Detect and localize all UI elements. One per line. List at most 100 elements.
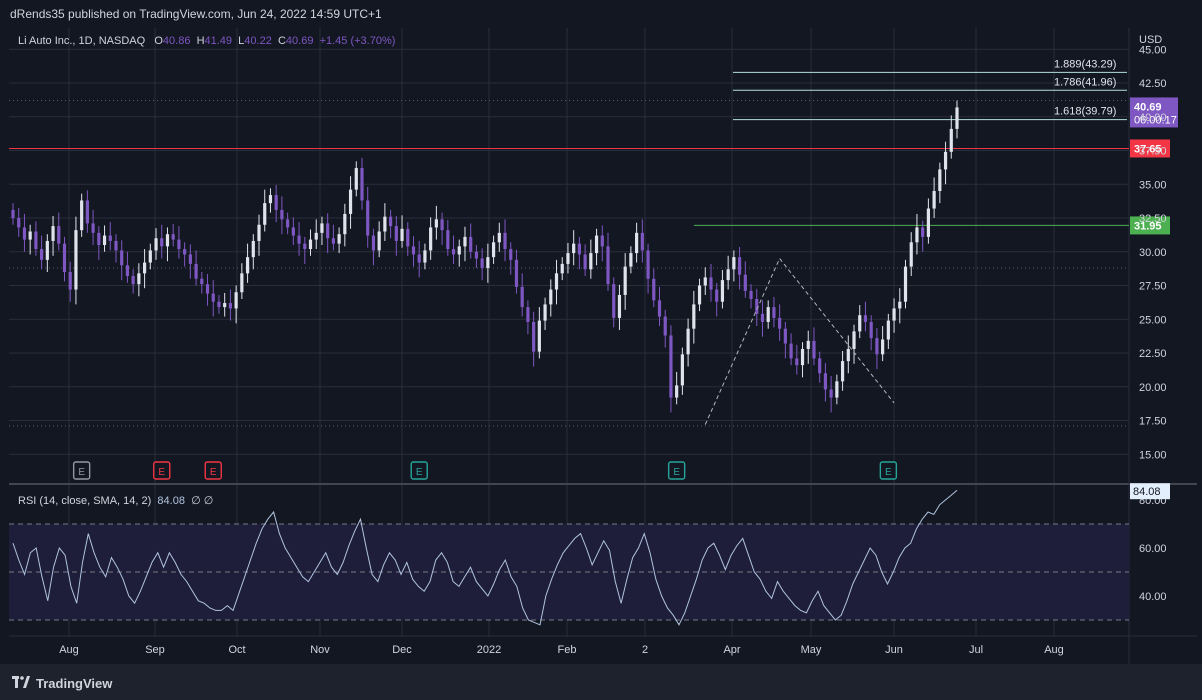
candle-body bbox=[200, 278, 204, 285]
candle-body bbox=[57, 226, 61, 244]
candle-body bbox=[572, 243, 576, 254]
candle-body bbox=[188, 254, 192, 264]
candle-body bbox=[102, 235, 107, 245]
candle-body bbox=[903, 266, 908, 302]
candle-body bbox=[532, 321, 536, 352]
candle-body bbox=[577, 243, 581, 255]
candle-body bbox=[389, 216, 393, 227]
open-label: O bbox=[154, 35, 163, 47]
candle-body bbox=[234, 292, 238, 309]
price-tick-label: 32.50 bbox=[1139, 213, 1167, 225]
time-tick-label: Aug bbox=[59, 644, 79, 656]
candle-body bbox=[520, 286, 524, 308]
candle-body bbox=[840, 361, 845, 382]
chart-svg[interactable]: 37.6531.951.618(39.79)1.786(41.96)1.889(… bbox=[9, 28, 1197, 664]
price-tick-label: 22.50 bbox=[1139, 348, 1167, 360]
candle-body bbox=[560, 263, 564, 274]
candle-body bbox=[440, 219, 444, 231]
candle-body bbox=[554, 273, 559, 290]
earnings-marker: E bbox=[410, 461, 428, 480]
earnings-marker-label: E bbox=[210, 467, 217, 478]
candle-body bbox=[949, 128, 953, 152]
candle-body bbox=[583, 254, 587, 270]
candle-body bbox=[160, 238, 164, 247]
candle-body bbox=[120, 250, 124, 266]
price-tick-label: 42.50 bbox=[1139, 78, 1167, 90]
earnings-marker: E bbox=[204, 461, 222, 480]
candle-body bbox=[406, 228, 410, 247]
candle-body bbox=[245, 257, 250, 274]
price-tick-label: 45.00 bbox=[1139, 44, 1167, 56]
candle-body bbox=[177, 239, 181, 250]
candle-body bbox=[337, 234, 341, 244]
earnings-marker: E bbox=[153, 461, 171, 480]
candle-body bbox=[314, 232, 318, 240]
candle-body bbox=[514, 259, 519, 287]
tradingview-logo-icon bbox=[12, 676, 30, 688]
fib-level-label: 1.618(39.79) bbox=[1054, 106, 1116, 118]
candle-body bbox=[497, 232, 501, 243]
candle-body bbox=[108, 235, 112, 241]
chart-frame[interactable]: 37.65 31.95 1.618(39.79) 1.786(41.96) 1.889(… bbox=[9, 28, 1197, 664]
candle-body bbox=[474, 251, 479, 259]
candle-body bbox=[875, 338, 879, 355]
symbol-name: Li Auto Inc., 1D, NASDAQ bbox=[18, 35, 146, 47]
candle-body bbox=[486, 257, 490, 268]
fib-level-label: 1.786(41.96) bbox=[1054, 76, 1116, 88]
candle-body bbox=[320, 223, 324, 233]
candle-body bbox=[663, 316, 667, 336]
candle-body bbox=[354, 168, 358, 190]
candle-body bbox=[85, 200, 89, 224]
candle-body bbox=[892, 308, 896, 321]
open-value: 40.86 bbox=[162, 35, 191, 47]
candle-body bbox=[308, 239, 313, 250]
earnings-marker-label: E bbox=[78, 467, 85, 478]
candle-body bbox=[417, 254, 421, 263]
candle-body bbox=[955, 107, 959, 129]
candle-body bbox=[97, 232, 101, 245]
candle-body bbox=[400, 228, 404, 241]
candle-body bbox=[926, 208, 930, 237]
candle-body bbox=[635, 232, 639, 254]
candle-body bbox=[818, 358, 822, 374]
candle-body bbox=[503, 232, 507, 250]
candle-body bbox=[743, 274, 747, 291]
candle-body bbox=[303, 243, 307, 250]
candle-body bbox=[938, 169, 942, 191]
candle-body bbox=[800, 348, 805, 366]
candle-body bbox=[165, 234, 170, 247]
candle-body bbox=[228, 303, 233, 309]
candle-body bbox=[51, 226, 55, 241]
candle-body bbox=[125, 265, 130, 277]
candle-body bbox=[863, 315, 868, 322]
candle-body bbox=[846, 348, 850, 362]
earnings-marker-label: E bbox=[673, 467, 680, 478]
candle-body bbox=[251, 240, 255, 258]
candle-body bbox=[640, 232, 644, 251]
candle-body bbox=[669, 335, 673, 398]
candle-body bbox=[360, 168, 364, 201]
time-tick-label: Jun bbox=[885, 644, 903, 656]
candle-body bbox=[137, 273, 141, 285]
candle-body bbox=[652, 278, 656, 301]
rsi-tick-label: 60.00 bbox=[1139, 543, 1167, 555]
time-tick-label: Jul bbox=[969, 644, 983, 656]
candle-body bbox=[932, 191, 936, 209]
candle-body bbox=[62, 243, 67, 272]
top-bar: dRends35 published on TradingView.com, J… bbox=[0, 0, 1202, 28]
earnings-marker-label: E bbox=[158, 467, 165, 478]
candle-body bbox=[434, 219, 438, 228]
candle-body bbox=[760, 313, 765, 322]
rsi-label: RSI (14, close, SMA, 14, 2) bbox=[18, 495, 152, 507]
candle-body bbox=[223, 303, 227, 308]
candle-body bbox=[183, 249, 187, 255]
candle-body bbox=[446, 230, 450, 250]
candle-body bbox=[68, 272, 72, 290]
price-tick-label: 25.00 bbox=[1139, 314, 1167, 326]
time-tick-label: Nov bbox=[310, 644, 330, 656]
candle-body bbox=[411, 246, 416, 255]
candle-body bbox=[280, 209, 284, 220]
candle-body bbox=[194, 263, 198, 279]
candle-body bbox=[131, 276, 135, 285]
candle-body bbox=[326, 223, 330, 239]
